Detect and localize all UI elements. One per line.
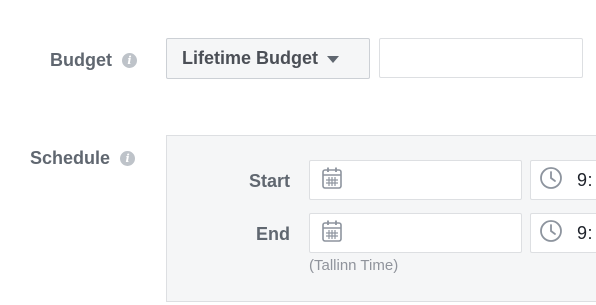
- budget-type-selected: Lifetime Budget: [182, 48, 319, 68]
- start-time-field[interactable]: 9:: [530, 160, 596, 200]
- budget-label-text: Budget: [50, 49, 112, 70]
- end-time-value: 9:: [577, 222, 594, 243]
- clock-icon: [539, 166, 563, 195]
- start-date-field[interactable]: [309, 160, 522, 200]
- info-icon[interactable]: i: [120, 150, 136, 166]
- end-time-field[interactable]: 9:: [530, 213, 596, 253]
- info-icon[interactable]: i: [122, 52, 137, 68]
- schedule-label-text: Schedule: [30, 147, 111, 168]
- start-label: Start: [248, 171, 290, 191]
- budget-label: Budget i: [50, 48, 137, 72]
- budget-amount-input[interactable]: [379, 38, 583, 78]
- caret-down-icon: [327, 56, 340, 63]
- clock-icon: [539, 219, 563, 248]
- budget-type-dropdown[interactable]: Lifetime Budget: [166, 38, 370, 79]
- calendar-icon: [321, 219, 343, 248]
- end-label: End: [256, 224, 290, 244]
- end-date-field[interactable]: [309, 213, 522, 253]
- timezone-note: (Tallinn Time): [309, 257, 399, 274]
- schedule-label: Schedule i: [30, 146, 136, 170]
- start-time-value: 9:: [577, 169, 594, 190]
- calendar-icon: [321, 166, 343, 195]
